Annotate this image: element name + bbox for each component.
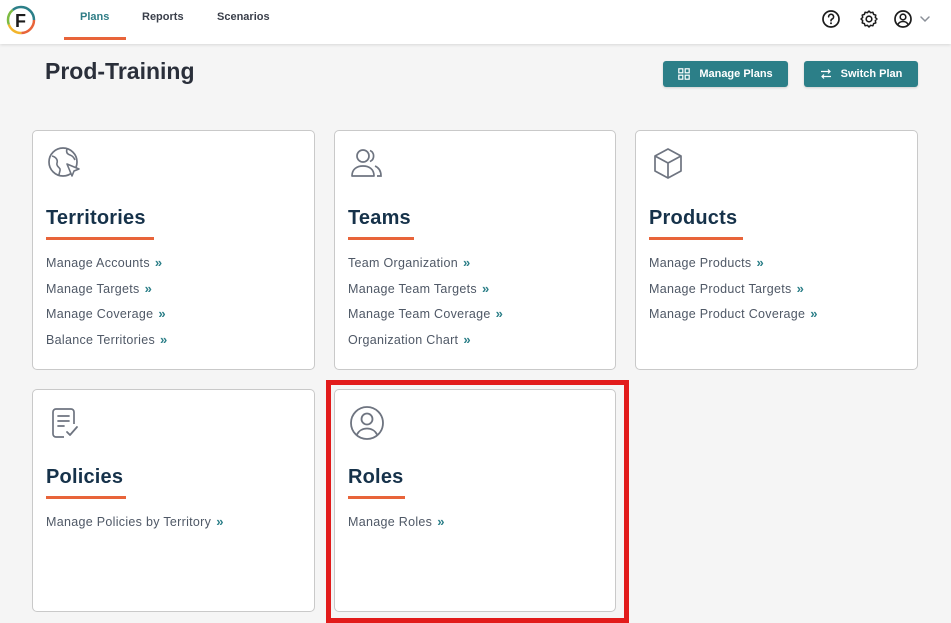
page-title: Prod-Training — [45, 58, 195, 84]
title-underline — [348, 237, 414, 240]
users-icon — [351, 149, 382, 177]
manage-team-targets-link[interactable]: Manage Team Targets » — [348, 281, 503, 307]
manage-plans-button[interactable]: Manage Plans — [663, 61, 788, 87]
tab-plans[interactable]: Plans — [80, 0, 109, 40]
teams-title: Teams — [348, 207, 411, 229]
title-underline — [46, 496, 126, 499]
double-chevron-icon: » — [154, 255, 163, 270]
double-chevron-icon: » — [463, 255, 471, 270]
manage-product-coverage-link[interactable]: Manage Product Coverage » — [649, 306, 818, 332]
double-chevron-icon: » — [158, 306, 166, 321]
balance-territories-link[interactable]: Balance Territories » — [46, 332, 168, 358]
switch-plan-label: Switch Plan — [840, 68, 903, 80]
title-underline — [46, 237, 154, 240]
double-chevron-icon: » — [144, 280, 153, 296]
box-icon — [654, 148, 682, 179]
double-chevron-icon: » — [160, 331, 168, 347]
top-navigation-bar: F Plans Reports Scenarios — [0, 0, 951, 44]
organization-chart-link[interactable]: Organization Chart » — [348, 332, 503, 358]
link-label: Manage Team Coverage — [348, 307, 491, 321]
app-logo-icon[interactable]: F — [6, 4, 36, 36]
territories-title: Territories — [46, 207, 146, 229]
link-label: Team Organization — [348, 256, 459, 270]
link-label: Manage Products — [649, 256, 752, 270]
user-account-icon[interactable] — [892, 8, 914, 30]
link-label: Manage Team Targets — [348, 281, 477, 296]
link-label: Balance Territories — [46, 332, 155, 347]
double-chevron-icon: » — [481, 280, 490, 296]
link-label: Manage Targets — [46, 281, 140, 296]
manage-plans-label: Manage Plans — [699, 68, 773, 80]
manage-coverage-link[interactable]: Manage Coverage » — [46, 306, 168, 332]
manage-targets-link[interactable]: Manage Targets » — [46, 281, 168, 307]
document-check-icon — [52, 408, 78, 438]
link-label: Manage Policies by Territory — [46, 515, 212, 529]
manage-policies-by-territory-link[interactable]: Manage Policies by Territory » — [46, 514, 224, 540]
link-label: Organization Chart — [348, 332, 459, 347]
link-label: Manage Coverage — [46, 307, 154, 321]
highlight-box — [326, 380, 629, 623]
switch-plan-button[interactable]: Switch Plan — [804, 61, 918, 87]
policies-title: Policies — [46, 466, 124, 488]
double-chevron-icon: » — [463, 331, 471, 347]
double-chevron-icon: » — [810, 306, 818, 321]
settings-gear-icon[interactable] — [858, 8, 880, 30]
team-organization-link[interactable]: Team Organization » — [348, 255, 503, 281]
help-icon[interactable] — [820, 8, 842, 30]
manage-products-link[interactable]: Manage Products » — [649, 255, 818, 281]
grid-icon — [678, 68, 691, 80]
svg-text:F: F — [15, 11, 26, 31]
manage-product-targets-link[interactable]: Manage Product Targets » — [649, 281, 818, 307]
double-chevron-icon: » — [756, 255, 765, 270]
products-title: Products — [649, 207, 738, 229]
double-chevron-icon: » — [495, 306, 504, 321]
double-chevron-icon: » — [216, 514, 224, 529]
chevron-down-icon[interactable] — [918, 12, 932, 26]
link-label: Manage Accounts — [46, 256, 150, 270]
title-underline — [649, 237, 743, 240]
link-label: Manage Product Targets — [649, 281, 792, 296]
swap-arrows-icon — [820, 69, 831, 79]
territories-card: Territories Manage Accounts » Manage Targ… — [32, 130, 315, 370]
products-card: Products Manage Products » Manage Product… — [635, 130, 918, 370]
policies-card: Policies Manage Policies by Territory » — [32, 389, 315, 612]
manage-accounts-link[interactable]: Manage Accounts » — [46, 255, 168, 281]
double-chevron-icon: » — [796, 280, 805, 296]
manage-team-coverage-link[interactable]: Manage Team Coverage » — [348, 306, 503, 332]
link-label: Manage Product Coverage — [649, 307, 806, 321]
tab-scenarios[interactable]: Scenarios — [217, 0, 270, 40]
globe-cursor-icon — [48, 147, 80, 177]
active-tab-indicator — [64, 37, 126, 40]
teams-card: Teams Team Organization » Manage Team Tar… — [334, 130, 616, 370]
tab-reports[interactable]: Reports — [142, 0, 184, 40]
